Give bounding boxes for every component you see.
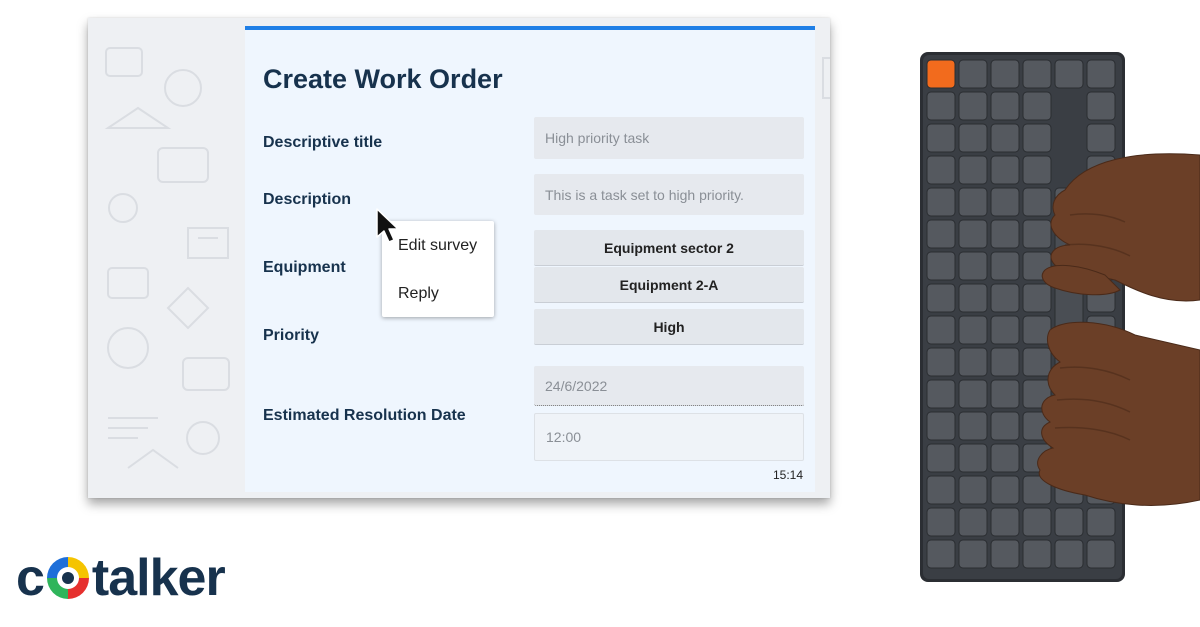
keyboard-key bbox=[1022, 91, 1052, 121]
keyboard-key bbox=[1022, 347, 1052, 377]
keyboard-key bbox=[926, 443, 956, 473]
logo-suffix: talker bbox=[91, 549, 226, 607]
equipment-option[interactable]: Equipment sector 2 bbox=[534, 230, 804, 266]
keyboard-key bbox=[990, 283, 1020, 313]
keyboard-key bbox=[926, 475, 956, 505]
keyboard-key bbox=[958, 379, 988, 409]
keyboard-key bbox=[1022, 539, 1052, 569]
keyboard-key bbox=[990, 443, 1020, 473]
keyboard-key bbox=[1022, 59, 1052, 89]
keyboard-key bbox=[990, 379, 1020, 409]
priority-option[interactable]: High bbox=[534, 309, 804, 345]
logo-o-icon bbox=[46, 557, 89, 599]
keyboard-key bbox=[1022, 123, 1052, 153]
keyboard-key bbox=[1086, 507, 1116, 537]
keyboard-key bbox=[958, 475, 988, 505]
keyboard-key bbox=[1086, 91, 1116, 121]
menu-item-reply[interactable]: Reply bbox=[398, 285, 439, 303]
mouse-pointer-icon bbox=[376, 208, 399, 243]
description-label: Description bbox=[263, 191, 352, 208]
keyboard-key bbox=[990, 123, 1020, 153]
keyboard-key bbox=[926, 347, 956, 377]
keyboard-key bbox=[926, 507, 956, 537]
equipment-option[interactable]: Equipment 2-A bbox=[534, 267, 804, 303]
keyboard-key bbox=[958, 59, 988, 89]
priority-label: Priority bbox=[263, 327, 320, 344]
keyboard-key bbox=[990, 219, 1020, 249]
equipment-label: Equipment bbox=[263, 259, 346, 276]
keyboard-key bbox=[990, 539, 1020, 569]
keyboard-key bbox=[990, 187, 1020, 217]
keyboard-key bbox=[1086, 539, 1116, 569]
keyboard-key bbox=[990, 59, 1020, 89]
message-timestamp: 15:14 bbox=[772, 468, 803, 482]
time-input[interactable]: 12:00 bbox=[534, 413, 804, 461]
keyboard-key bbox=[990, 251, 1020, 281]
keyboard-key bbox=[926, 315, 956, 345]
keyboard-key bbox=[926, 411, 956, 441]
keyboard-key bbox=[958, 443, 988, 473]
menu-item-edit-survey[interactable]: Edit survey bbox=[398, 237, 477, 255]
keyboard-key bbox=[958, 283, 988, 313]
keyboard-key bbox=[1022, 155, 1052, 185]
keyboard-key bbox=[926, 251, 956, 281]
keyboard-key bbox=[1054, 539, 1084, 569]
keyboard-key bbox=[1022, 187, 1052, 217]
page-title: Create Work Order bbox=[263, 64, 503, 94]
keyboard-key bbox=[958, 315, 988, 345]
resolution-date-label: Estimated Resolution Date bbox=[263, 407, 466, 424]
keyboard-key bbox=[958, 91, 988, 121]
keyboard-key bbox=[1086, 59, 1116, 89]
date-input[interactable]: 24/6/2022 bbox=[534, 366, 804, 406]
keyboard-key bbox=[958, 411, 988, 441]
keyboard-key bbox=[958, 219, 988, 249]
keyboard-key bbox=[1022, 219, 1052, 249]
keyboard-key bbox=[926, 219, 956, 249]
keyboard-key bbox=[1022, 507, 1052, 537]
description-input[interactable]: This is a task set to high priority. bbox=[534, 174, 804, 215]
keyboard-key bbox=[990, 411, 1020, 441]
keyboard-key bbox=[958, 539, 988, 569]
cotalker-logo: c talker bbox=[16, 548, 226, 608]
keyboard-key bbox=[1054, 507, 1084, 537]
keyboard-key bbox=[926, 283, 956, 313]
keyboard-key bbox=[926, 59, 956, 89]
keyboard-key bbox=[926, 187, 956, 217]
logo-prefix: c bbox=[16, 549, 45, 607]
keyboard-key bbox=[926, 379, 956, 409]
keyboard-key bbox=[990, 91, 1020, 121]
keyboard-key bbox=[926, 155, 956, 185]
keyboard-key bbox=[926, 123, 956, 153]
keyboard-key bbox=[958, 123, 988, 153]
keyboard-key bbox=[1022, 315, 1052, 345]
keyboard-key bbox=[958, 155, 988, 185]
keyboard-key bbox=[958, 187, 988, 217]
keyboard-key bbox=[1054, 59, 1084, 89]
keyboard-photo bbox=[920, 52, 1200, 582]
keyboard-key bbox=[926, 539, 956, 569]
keyboard-key bbox=[990, 475, 1020, 505]
descriptive-title-input[interactable]: High priority task bbox=[534, 117, 804, 159]
keyboard-key bbox=[926, 91, 956, 121]
keyboard-key bbox=[958, 507, 988, 537]
keyboard-key bbox=[990, 155, 1020, 185]
work-order-form: Create Work Order Descriptive title High… bbox=[245, 26, 815, 492]
keyboard-key bbox=[990, 347, 1020, 377]
keyboard-key bbox=[1086, 123, 1116, 153]
keyboard-key bbox=[1022, 283, 1052, 313]
app-screen: Create Work Order Descriptive title High… bbox=[88, 18, 830, 498]
keyboard-key bbox=[990, 507, 1020, 537]
keyboard-key bbox=[958, 347, 988, 377]
descriptive-title-label: Descriptive title bbox=[263, 134, 383, 151]
keyboard-key bbox=[990, 315, 1020, 345]
keyboard-key bbox=[958, 251, 988, 281]
